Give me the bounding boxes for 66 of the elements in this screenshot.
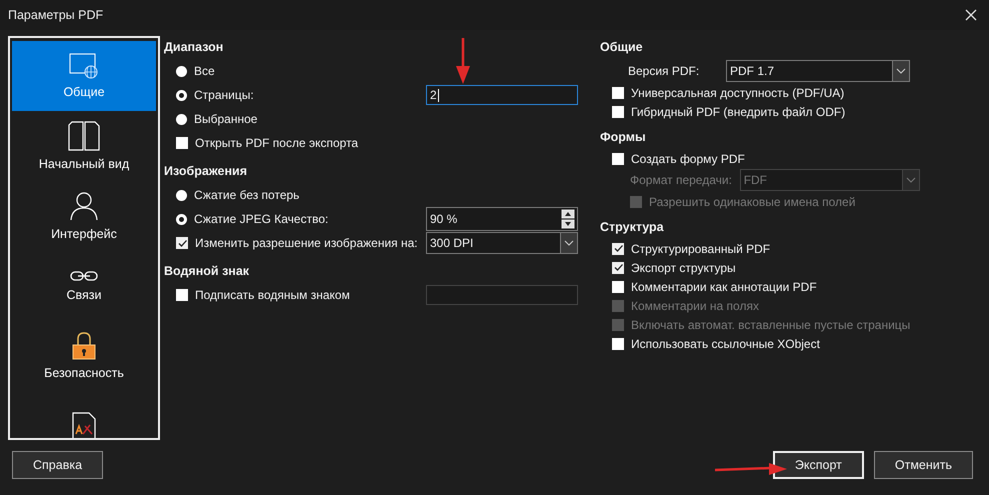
option-label: Создать форму PDF <box>631 152 745 166</box>
radio-button[interactable] <box>176 214 187 224</box>
spin-field[interactable]: 90 % <box>426 207 578 231</box>
radio-button[interactable] <box>176 114 187 124</box>
checkbox[interactable] <box>612 86 624 98</box>
checkbox[interactable] <box>176 137 188 149</box>
option-label: Разрешить одинаковые имена полей <box>649 194 856 208</box>
option-label: Все <box>194 64 215 78</box>
section-heading: Изображения <box>164 164 248 180</box>
close-icon[interactable] <box>965 9 977 21</box>
pages-icon <box>68 121 100 151</box>
option-label: Комментарии как аннотации PDF <box>631 280 817 294</box>
option-label: Страницы: <box>194 88 254 102</box>
option-label: Использовать ссылочные XObject <box>631 336 820 350</box>
checkbox[interactable] <box>612 262 624 274</box>
dropdown[interactable]: 300 DPI <box>426 232 578 254</box>
option-label: Универсальная доступность (PDF/UA) <box>631 86 844 100</box>
radio-button[interactable] <box>176 190 187 200</box>
dialog-button[interactable]: Отменить <box>874 451 973 479</box>
spin-arrows-icon[interactable] <box>561 209 575 229</box>
padlock-icon <box>72 332 96 360</box>
arrow-icon <box>456 38 470 84</box>
option-label: Сжатие без потерь <box>194 188 300 202</box>
sidebar-item[interactable]: Общие <box>12 41 156 111</box>
sidebar-item[interactable]: Начальный вид <box>12 111 156 181</box>
checkbox[interactable] <box>612 152 624 164</box>
option-label: Гибридный PDF (внедрить файл ODF) <box>631 104 846 118</box>
option-label: Экспорт структуры <box>631 260 736 274</box>
checkbox[interactable] <box>612 242 624 254</box>
chevron-down-icon <box>902 170 919 190</box>
option-label: Подписать водяным знаком <box>195 288 350 302</box>
section-heading: Структура <box>600 220 665 236</box>
checkbox[interactable] <box>176 237 188 249</box>
sidebar-item[interactable]: Безопасность <box>12 321 156 391</box>
document-icon <box>72 412 96 438</box>
sidebar-item[interactable]: Связи <box>12 251 156 321</box>
chevron-down-icon <box>560 233 577 253</box>
chain-link-icon <box>70 270 98 282</box>
field-label: Версия PDF: <box>628 64 700 78</box>
section-heading: Формы <box>600 130 647 146</box>
option-label: Выбранное <box>194 112 258 126</box>
person-icon <box>70 191 98 221</box>
input-field[interactable]: 2 <box>426 85 578 105</box>
monitor-globe-icon <box>69 53 99 79</box>
checkbox[interactable] <box>176 289 188 301</box>
radio-button[interactable] <box>176 66 187 76</box>
dialog-button[interactable]: Экспорт <box>772 451 864 479</box>
section-heading: Общие <box>600 40 644 56</box>
radio-button[interactable] <box>176 90 187 100</box>
checkbox[interactable] <box>612 280 624 292</box>
dropdown[interactable]: PDF 1.7 <box>726 60 910 82</box>
option-label: Сжатие JPEG Качество: <box>194 212 328 226</box>
window-title: Параметры PDF <box>8 8 104 22</box>
checkbox[interactable] <box>612 106 624 118</box>
option-label: Включать автомат. вставленные пустые страницы <box>631 318 910 332</box>
dialog-button[interactable]: Справка <box>12 451 104 479</box>
section-heading: Диапазон <box>164 40 224 56</box>
field-label: Формат передачи: <box>630 173 732 187</box>
option-label: Изменить разрешение изображения на: <box>195 236 418 250</box>
checkbox[interactable] <box>612 338 624 350</box>
section-heading: Водяной знак <box>164 264 250 280</box>
option-label: Структурированный PDF <box>631 242 770 256</box>
chevron-down-icon <box>892 61 909 81</box>
sidebar-item[interactable]: Интерфейс <box>12 181 156 251</box>
option-label: Комментарии на полях <box>631 298 759 312</box>
option-label: Открыть PDF после экспорта <box>195 136 358 150</box>
